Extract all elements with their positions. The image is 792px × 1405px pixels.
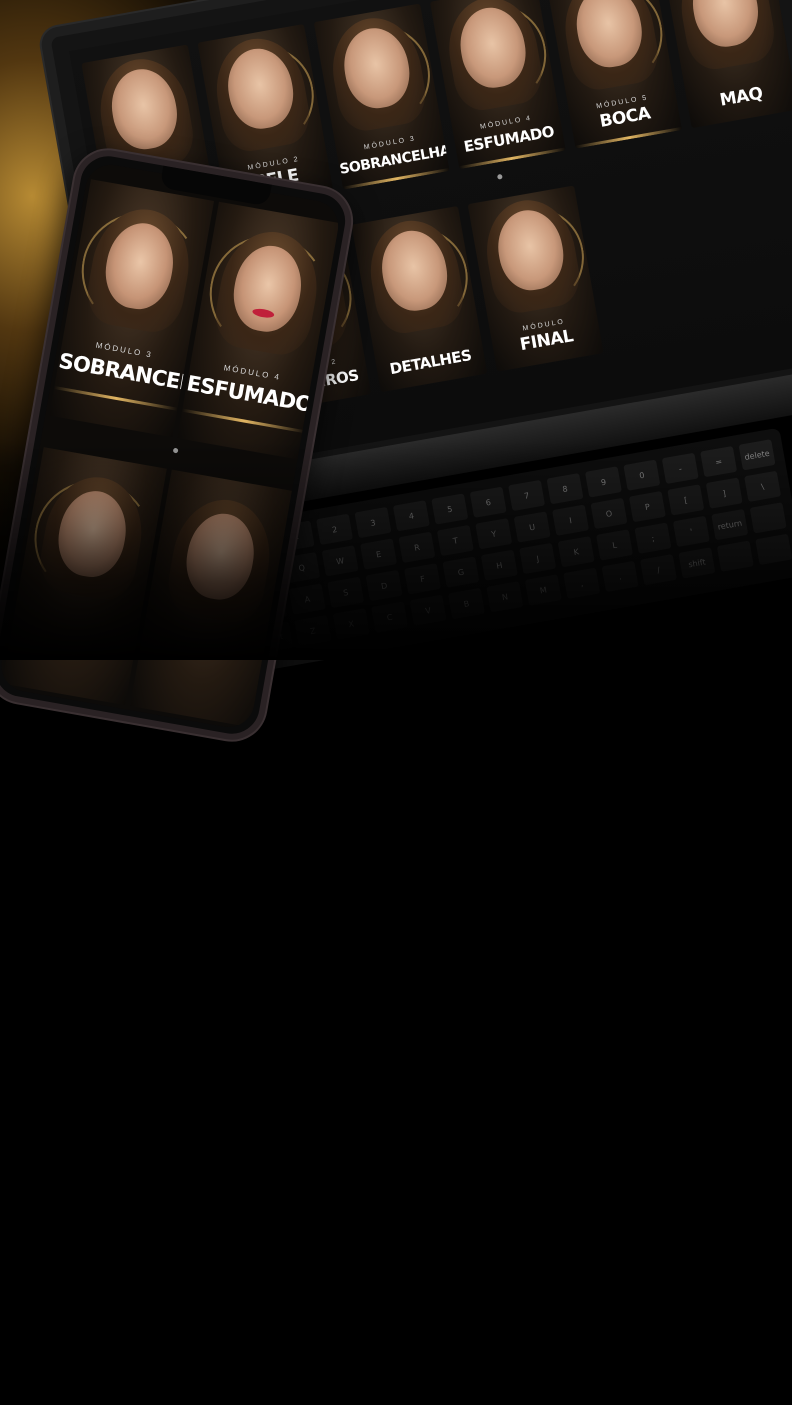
module-title: MAQ — [718, 83, 765, 111]
laptop-module-card[interactable]: MÓDULO FINAL — [467, 185, 604, 372]
laptop-module-card[interactable]: MAQ — [662, 0, 792, 129]
laptop-module-card[interactable]: DETALHES — [351, 206, 488, 393]
laptop-module-card[interactable]: MÓDULO 3 SOBRANCELHA — [313, 3, 450, 190]
module-title: DETALHES — [388, 346, 473, 379]
laptop-module-card[interactable]: MÓDULO 4 ESFUMADO — [429, 0, 566, 170]
promo-stage: MÓDULO 2 PELE MÓDULO 3 SOBRANCELHA — [0, 0, 792, 1405]
carousel-dot[interactable] — [496, 173, 503, 180]
bottom-fade-overlay — [0, 440, 792, 660]
laptop-module-card[interactable]: MÓDULO 5 BOCA — [546, 0, 682, 149]
